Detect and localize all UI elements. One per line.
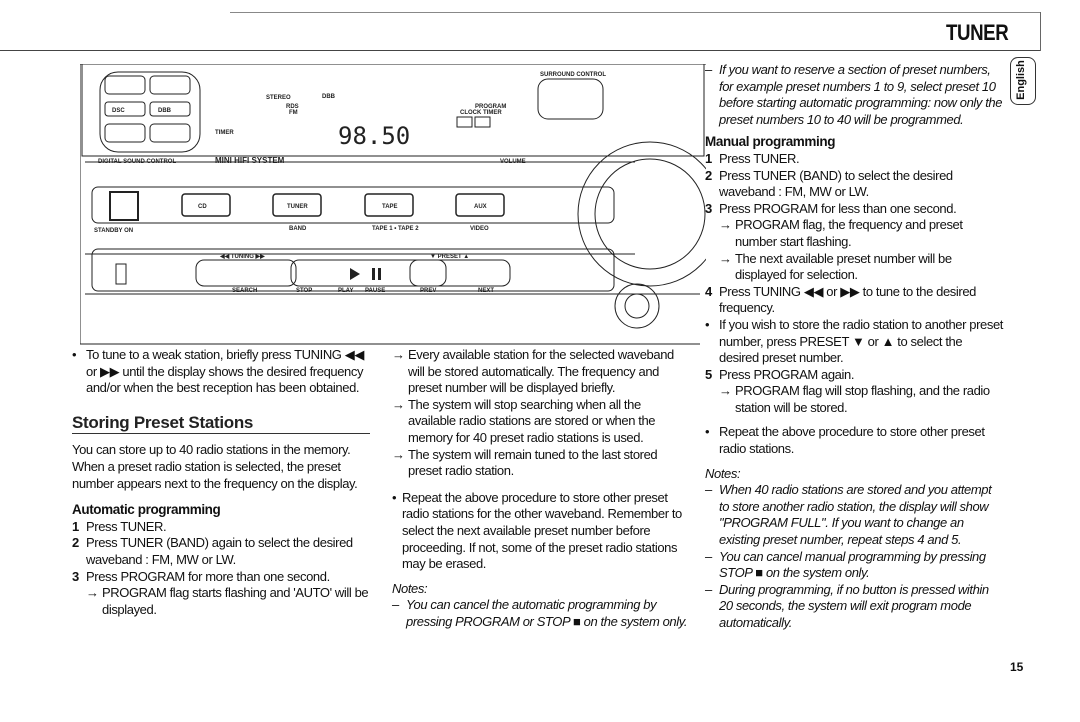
result-1: → Every available station for the selecte… (392, 347, 674, 396)
result-3: → The system will remain tuned to the las… (392, 446, 658, 479)
clock-timer-label: CLOCK TIMER (460, 110, 502, 116)
next-label: NEXT (478, 288, 494, 294)
manual-step-4: 4 Press TUNING ◀◀ or ▶▶ to tune to the de… (705, 283, 976, 316)
manual-step-5-result: → PROGRAM flag will stop flashing, and th… (719, 383, 990, 415)
manual-step-3-result-1: → PROGRAM flag, the frequency and preset … (719, 217, 963, 249)
device-front-panel-illustration: DIGITAL SOUND CONTROL DSC DBB MINI HIFI … (80, 64, 706, 345)
manual-step-5: 5 Press PROGRAM again. (705, 366, 855, 382)
volume-label: VOLUME (500, 159, 526, 165)
preset-tip: • If you wish to store the radio station … (705, 316, 1003, 366)
right-column: – If you want to reserve a section of pre… (705, 62, 1003, 632)
header-rule-side (1040, 12, 1041, 51)
step-3-result: → PROGRAM flag starts flashing and 'AUTO'… (86, 585, 369, 617)
manual-step-2: 2 Press TUNER (BAND) to select the desire… (705, 167, 953, 200)
cd-button: CD (198, 204, 207, 210)
header-rule-top (230, 12, 1040, 13)
play-label: PLAY (338, 288, 353, 294)
preset-label: ▼ PRESET ▲ (430, 254, 469, 260)
dbb-indicator: DBB (322, 94, 336, 100)
page-title: TUNER (945, 20, 1009, 45)
video-label: VIDEO (470, 226, 489, 232)
language-tab: English (1010, 57, 1036, 105)
tuning-tip: • To tune to a weak station, briefly pres… (72, 347, 364, 396)
dsc-button: DSC (112, 108, 125, 114)
model-label: MINI HIFI SYSTEM (215, 156, 285, 165)
page-number: 15 (1010, 660, 1024, 674)
step-1: 1 Press TUNER. (72, 518, 167, 534)
manual-page: TUNER English DIGITAL SOUND CONTROL DSC … (0, 0, 1080, 722)
pause-label: PAUSE (365, 288, 385, 294)
manual-programming-heading: Manual programming (705, 134, 836, 150)
tape-button: TAPE (382, 204, 398, 210)
note-3: – During programming, if no button is pre… (705, 581, 989, 630)
band-label: BAND (289, 226, 307, 232)
note: – You can cancel the automatic programmin… (392, 597, 688, 629)
section-heading: Storing Preset Stations (72, 414, 370, 435)
tuner-button: TUNER (287, 204, 308, 210)
manual-step-3-result-2: → The next available preset number will b… (719, 250, 952, 283)
tuning-label: ◀◀ TUNING ▶▶ (219, 253, 265, 260)
note-2: – You can cancel manual programming by pr… (705, 548, 986, 581)
dbb-button: DBB (158, 108, 172, 114)
repeat-tip: • Repeat the above procedure to store oth… (392, 489, 682, 572)
frequency-display: 98.50 (338, 122, 410, 150)
auto-programming-heading: Automatic programming (72, 502, 221, 518)
reserve-note: – If you want to reserve a section of pre… (705, 62, 1003, 127)
header-rule (0, 50, 1040, 51)
intro-paragraph: You can store up to 40 radio stations in… (72, 442, 358, 491)
pause-icon (372, 268, 375, 280)
notes-label: Notes: (392, 580, 428, 596)
repeat-manual-tip: • Repeat the above procedure to store oth… (705, 424, 985, 457)
play-icon (350, 268, 360, 280)
timer-indicator: TIMER (215, 130, 234, 136)
notes-label: Notes: (705, 465, 741, 481)
fm-indicator: FM (289, 110, 298, 116)
prev-label: PREV (420, 288, 436, 294)
manual-step-3: 3 Press PROGRAM for less than one second. (705, 200, 957, 216)
standby-label: STANDBY ON (94, 228, 133, 234)
step-2: 2 Press TUNER (BAND) again to select the … (72, 535, 353, 567)
dsc-label: DIGITAL SOUND CONTROL (98, 159, 176, 165)
step-3: 3 Press PROGRAM for more than one second. (72, 568, 330, 584)
left-column: • To tune to a weak station, briefly pres… (72, 347, 370, 618)
manual-step-1: 1 Press TUNER. (705, 150, 800, 166)
language-label: English (1014, 60, 1027, 100)
tape12-label: TAPE 1 • TAPE 2 (372, 226, 419, 232)
search-label: SEARCH (232, 288, 257, 294)
stop-label: STOP (296, 288, 312, 294)
program-label: PROGRAM (475, 104, 506, 110)
note-1: – When 40 radio stations are stored and y… (705, 482, 992, 548)
result-2: → The system will stop searching when all… (392, 396, 656, 445)
aux-button: AUX (474, 204, 487, 210)
stereo-indicator: STEREO (266, 95, 291, 101)
surround-label: SURROUND CONTROL (540, 72, 606, 78)
middle-column: → Every available station for the selecte… (392, 347, 688, 631)
